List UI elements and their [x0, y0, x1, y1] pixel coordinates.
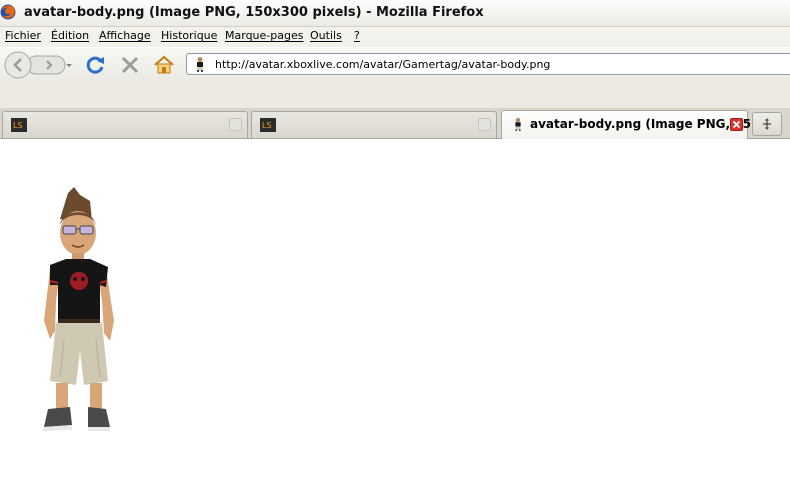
- ls-icon: LS: [260, 118, 276, 132]
- avatar-favicon-icon: [197, 57, 203, 72]
- menu-marque-pages[interactable]: Marque-pages: [225, 29, 303, 42]
- avatar-image: [42, 187, 114, 431]
- list-all-tabs-button[interactable]: [752, 112, 782, 136]
- bookmarks-toolbar: [0, 82, 790, 109]
- tab-1[interactable]: LS: [2, 111, 248, 138]
- title-bar: avatar-body.png (Image PNG, 150x300 pixe…: [0, 0, 790, 27]
- tab-close-icon[interactable]: [478, 118, 491, 131]
- svg-text:LS: LS: [262, 121, 272, 130]
- menu-help[interactable]: ?: [354, 29, 360, 42]
- tab-strip: LS LS avatar-body.png (Image PNG, 15...: [0, 108, 790, 139]
- menu-bar: Fichier Édition Affichage Historique Mar…: [0, 27, 790, 47]
- menu-fichier[interactable]: Fichier: [5, 29, 41, 42]
- menu-edition[interactable]: Édition: [51, 29, 89, 42]
- url-text: http://avatar.xboxlive.com/avatar/Gamert…: [215, 58, 551, 71]
- reload-icon[interactable]: [86, 55, 106, 75]
- firefox-logo-icon: [0, 4, 16, 20]
- back-forward-buttons[interactable]: [3, 51, 75, 79]
- url-bar[interactable]: http://avatar.xboxlive.com/avatar/Gamert…: [186, 53, 790, 75]
- tab-list-icon: [763, 118, 771, 130]
- tab-2[interactable]: LS: [251, 111, 497, 138]
- ls-icon: LS: [11, 118, 27, 132]
- navigation-toolbar: http://avatar.xboxlive.com/avatar/Gamert…: [0, 48, 790, 82]
- window-title: avatar-body.png (Image PNG, 150x300 pixe…: [24, 5, 484, 20]
- home-icon[interactable]: [153, 54, 175, 76]
- tab-3-active[interactable]: avatar-body.png (Image PNG, 15...: [501, 110, 765, 139]
- menu-affichage[interactable]: Affichage: [99, 29, 151, 42]
- tab-close-icon[interactable]: [730, 118, 743, 131]
- close-icon: [732, 120, 741, 129]
- menu-historique[interactable]: Historique: [161, 29, 217, 42]
- stop-icon[interactable]: [120, 55, 140, 75]
- avatar-icon: [515, 117, 521, 131]
- svg-text:LS: LS: [13, 121, 23, 130]
- page-content: [0, 139, 790, 486]
- menu-outils[interactable]: Outils: [310, 29, 342, 42]
- tab-close-icon[interactable]: [229, 118, 242, 131]
